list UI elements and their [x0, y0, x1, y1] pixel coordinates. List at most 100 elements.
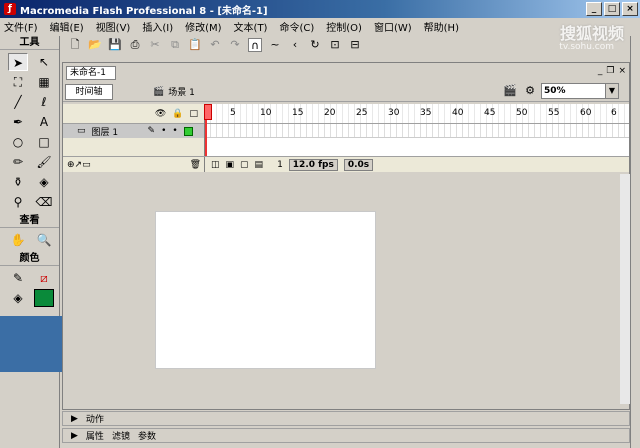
new-file-icon[interactable]: 🗋: [68, 38, 82, 52]
menu-commands[interactable]: 命令(C): [279, 19, 314, 34]
ink-bottle-tool-icon[interactable]: ⚱: [8, 173, 28, 191]
edit-symbol-icon[interactable]: ⚙: [525, 84, 535, 97]
minimize-button[interactable]: _: [586, 2, 602, 16]
print-icon[interactable]: ⎙: [128, 38, 142, 52]
frame-ruler[interactable]: 1 5 10 15 20 25 30 35 40 45 50 55 60 6: [205, 104, 629, 124]
menu-edit[interactable]: 编辑(E): [50, 19, 84, 34]
doc-restore-icon[interactable]: ❐: [606, 66, 614, 76]
align-icon[interactable]: ⊟: [348, 38, 362, 52]
menu-window[interactable]: 窗口(W): [374, 19, 412, 34]
copy-icon[interactable]: ⧉: [168, 38, 182, 52]
current-frame: 1: [277, 159, 283, 170]
onion-outline-icon[interactable]: ▢: [240, 160, 249, 170]
onion-skin-icon[interactable]: ▣: [226, 160, 235, 170]
view-title: 查看: [0, 214, 59, 228]
cut-icon[interactable]: ✂: [148, 38, 162, 52]
stage-canvas[interactable]: [155, 211, 376, 369]
subselection-tool-icon[interactable]: ↖: [34, 53, 54, 71]
tab-parameters[interactable]: 参数: [138, 429, 156, 442]
layer-visible-dot[interactable]: •: [161, 126, 166, 136]
scene-breadcrumb[interactable]: 🎬 场景 1: [153, 85, 195, 99]
gradient-transform-tool-icon[interactable]: ▦: [34, 73, 54, 91]
outline-icon[interactable]: □: [189, 109, 198, 119]
playhead-marker[interactable]: [204, 104, 212, 120]
stroke-color-icon[interactable]: ✎: [8, 269, 28, 287]
menu-insert[interactable]: 插入(I): [142, 19, 173, 34]
center-frame-icon[interactable]: ◫: [211, 160, 220, 170]
no-color-icon[interactable]: ⧄: [34, 269, 54, 287]
zoom-tool-icon[interactable]: 🔍: [34, 231, 54, 249]
hand-tool-icon[interactable]: ✋: [8, 231, 28, 249]
chevron-down-icon[interactable]: ▼: [605, 84, 618, 98]
tools-title: 工具: [0, 36, 59, 50]
brush-tool-icon[interactable]: 🖌: [34, 153, 54, 171]
lasso-tool-icon[interactable]: ℓ: [34, 93, 54, 111]
layer-frames-row[interactable]: [205, 124, 629, 138]
eyedropper-tool-icon[interactable]: ⚲: [8, 193, 28, 211]
ruler-tick: 5: [230, 108, 236, 118]
rotate-icon[interactable]: ↻: [308, 38, 322, 52]
vertical-scrollbar[interactable]: [620, 174, 630, 404]
open-folder-icon[interactable]: 📂: [88, 38, 102, 52]
tools-panel: 工具 ➤ ↖ ⛶ ▦ ╱ ℓ ✒ A ○ □ ✏ 🖌 ⚱ ◈ ⚲ ⌫ 查看 ✋ …: [0, 36, 60, 448]
pencil-tool-icon[interactable]: ✏: [8, 153, 28, 171]
pen-tool-icon[interactable]: ✒: [8, 113, 28, 131]
doc-minimize-icon[interactable]: _: [598, 66, 603, 76]
close-button[interactable]: ×: [622, 2, 638, 16]
frame-rate[interactable]: 12.0 fps: [288, 158, 338, 171]
scale-icon[interactable]: ⊡: [328, 38, 342, 52]
tab-filters[interactable]: 滤镜: [112, 429, 130, 442]
eye-icon[interactable]: 👁: [155, 109, 166, 119]
lock-icon[interactable]: 🔒: [172, 109, 183, 119]
ruler-tick: 6: [611, 108, 617, 118]
ruler-tick: 50: [516, 108, 528, 118]
menu-text[interactable]: 文本(T): [234, 19, 268, 34]
menu-view[interactable]: 视图(V): [96, 19, 131, 34]
scene-icon: 🎬: [153, 86, 165, 97]
doc-close-icon[interactable]: ×: [618, 66, 626, 76]
flash-app-icon: ƒ: [4, 3, 16, 15]
save-icon[interactable]: 💾: [108, 38, 122, 52]
timeline-toggle-button[interactable]: 时间轴: [65, 83, 113, 100]
snap-magnet-icon[interactable]: ∩: [248, 38, 262, 52]
menu-help[interactable]: 帮助(H): [424, 19, 459, 34]
layer-outline-color[interactable]: [183, 126, 193, 136]
layer-row[interactable]: ▭ 图层 1 ✎ • •: [63, 124, 204, 138]
layer-name: 图层 1: [91, 127, 119, 138]
text-tool-icon[interactable]: A: [34, 113, 54, 131]
window-title: Macromedia Flash Professional 8 - [未命名-1…: [20, 5, 268, 17]
zoom-value: 50%: [544, 86, 566, 96]
straighten-icon[interactable]: ‹: [288, 38, 302, 52]
oval-tool-icon[interactable]: ○: [8, 133, 28, 151]
paste-icon[interactable]: 📋: [188, 38, 202, 52]
document-controls: _ ❐ ×: [598, 66, 626, 76]
edit-scene-icon[interactable]: 🎬: [503, 84, 517, 97]
color-title: 颜色: [0, 252, 59, 266]
free-transform-tool-icon[interactable]: ⛶: [8, 73, 28, 91]
undo-icon[interactable]: ↶: [208, 38, 222, 52]
expand-arrow-icon: ▶: [71, 413, 78, 424]
delete-layer-icon[interactable]: 🗑: [190, 160, 201, 170]
layer-lock-dot[interactable]: •: [172, 126, 177, 136]
menu-file[interactable]: 文件(F): [4, 19, 38, 34]
menu-control[interactable]: 控制(O): [326, 19, 362, 34]
properties-panel-header[interactable]: ▶ 属性 滤镜 参数: [62, 428, 630, 443]
fill-bucket-icon[interactable]: ◈: [8, 289, 28, 307]
eraser-tool-icon[interactable]: ⌫: [34, 193, 54, 211]
smooth-icon[interactable]: ~: [268, 38, 282, 52]
selection-tool-icon[interactable]: ➤: [8, 53, 28, 71]
paint-bucket-tool-icon[interactable]: ◈: [34, 173, 54, 191]
maximize-button[interactable]: □: [604, 2, 620, 16]
menu-modify[interactable]: 修改(M): [185, 19, 221, 34]
tab-properties[interactable]: 属性: [86, 429, 104, 442]
zoom-select[interactable]: 50% ▼: [541, 83, 619, 99]
rectangle-tool-icon[interactable]: □: [34, 133, 54, 151]
add-layer-icon[interactable]: ⊕↗▭: [67, 160, 91, 170]
document-tab[interactable]: 未命名-1: [66, 66, 116, 80]
actions-panel-header[interactable]: ▶ 动作: [62, 411, 630, 426]
line-tool-icon[interactable]: ╱: [8, 93, 28, 111]
fill-color-swatch[interactable]: [34, 289, 54, 307]
edit-multiple-icon[interactable]: ▤: [255, 160, 264, 170]
redo-icon[interactable]: ↷: [228, 38, 242, 52]
title-bar: ƒ Macromedia Flash Professional 8 - [未命名…: [0, 0, 640, 18]
